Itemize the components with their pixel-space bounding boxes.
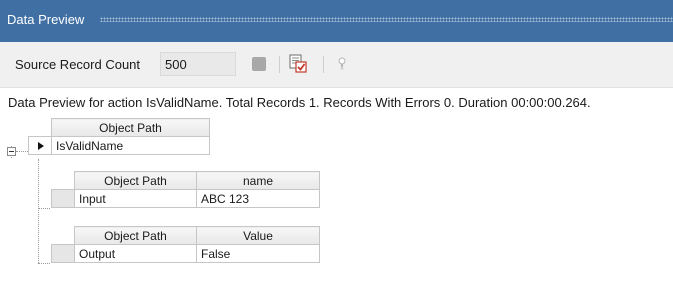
grid-corner (29, 119, 52, 137)
suggest-button[interactable] (330, 52, 354, 76)
column-header-object-path[interactable]: Object Path (51, 118, 210, 137)
validate-button[interactable] (286, 52, 310, 76)
title-grip[interactable] (100, 17, 673, 22)
input-grid: Object Path name Input ABC 123 (51, 171, 320, 208)
stop-button[interactable] (247, 52, 271, 76)
panel-title-bar: Data Preview (0, 0, 673, 42)
name-cell[interactable]: ABC 123 (196, 189, 320, 208)
row-selector[interactable] (51, 244, 75, 263)
table-row[interactable]: IsValidName (28, 136, 210, 155)
grid-corner (52, 172, 75, 190)
object-path-cell[interactable]: Input (74, 189, 197, 208)
output-grid: Object Path Value Output False (51, 226, 320, 263)
column-header-name[interactable]: name (196, 171, 320, 190)
grid-corner (52, 227, 75, 245)
column-header-object-path[interactable]: Object Path (74, 226, 197, 245)
object-path-cell[interactable]: Output (74, 244, 197, 263)
column-header-value[interactable]: Value (196, 226, 320, 245)
tree-guide (16, 151, 28, 152)
collapse-toggle-icon[interactable] (7, 147, 16, 156)
object-path-grid: Object Path IsValidName (28, 118, 210, 155)
tree-guide (38, 263, 50, 264)
current-row-icon (38, 142, 44, 151)
source-record-count-label: Source Record Count (15, 57, 141, 72)
object-path-cell[interactable]: IsValidName (51, 136, 210, 155)
row-selector[interactable] (51, 189, 75, 208)
lightbulb-icon (338, 57, 346, 70)
tree-guide (38, 208, 50, 209)
value-cell[interactable]: False (196, 244, 320, 263)
panel-title: Data Preview (7, 12, 85, 27)
toolbar: Source Record Count (0, 42, 673, 88)
status-text: Data Preview for action IsValidName. Tot… (8, 95, 591, 110)
toolbar-separator (279, 56, 280, 73)
toolbar-separator (323, 56, 324, 73)
column-header-object-path[interactable]: Object Path (74, 171, 197, 190)
stop-icon (252, 57, 266, 71)
tree-guide (38, 159, 39, 263)
table-row[interactable]: Input ABC 123 (51, 189, 320, 208)
source-record-count-input[interactable] (160, 52, 236, 76)
row-selector[interactable] (28, 136, 52, 155)
table-row[interactable]: Output False (51, 244, 320, 263)
validate-icon (289, 54, 307, 73)
